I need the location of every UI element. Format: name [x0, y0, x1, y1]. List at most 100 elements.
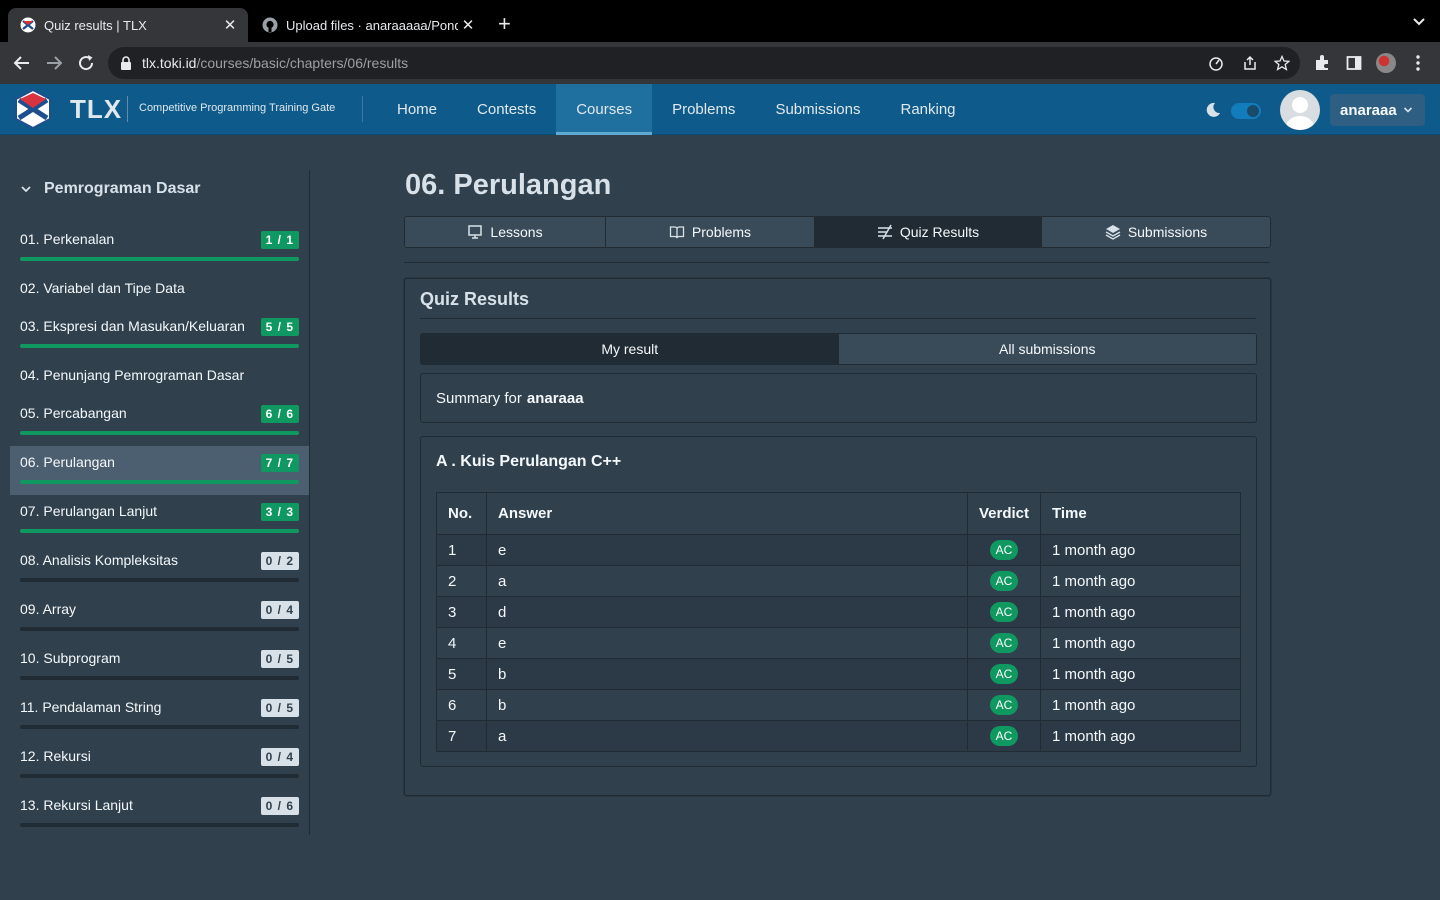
progress-badge: 7 / 7: [260, 454, 299, 472]
sidebar-chapter-item[interactable]: 09. Array 0 / 4: [10, 593, 309, 642]
progress-bar: [20, 578, 299, 582]
all-submissions-button[interactable]: All submissions: [838, 334, 1256, 364]
tab-search-icon[interactable]: [1412, 14, 1426, 33]
sidebar-chapter-item[interactable]: 10. Subprogram 0 / 5: [10, 642, 309, 691]
sidebar-icon[interactable]: [1344, 53, 1364, 73]
tab-problems-label: Problems: [691, 224, 752, 240]
tab-problems[interactable]: Problems: [606, 217, 815, 247]
verdict-cell: AC: [966, 534, 1042, 566]
back-icon[interactable]: [12, 53, 32, 73]
tab-quiz-results[interactable]: Quiz Results: [815, 217, 1042, 247]
answer-cell: d: [486, 596, 968, 628]
row-number-cell: 3: [436, 596, 487, 628]
time-cell: 1 month ago: [1040, 658, 1241, 690]
table-row: 7 a AC 1 month ago: [436, 720, 1241, 752]
chapter-label: 08. Analisis Kompleksitas: [20, 552, 178, 568]
sidebar-chapter-item[interactable]: 13. Rekursi Lanjut 0 / 6: [10, 789, 309, 838]
sidebar-chapter-item[interactable]: 07. Perulangan Lanjut 3 / 3: [10, 495, 309, 544]
user-menu-button[interactable]: anaraaa: [1330, 94, 1425, 126]
time-cell: 1 month ago: [1040, 596, 1241, 628]
browser-tab-title: Upload files · anaraaaaa/Pond: [286, 17, 458, 33]
nav-contests[interactable]: Contests: [457, 84, 556, 135]
verdict-badge: AC: [989, 571, 1019, 591]
my-result-button[interactable]: My result: [421, 334, 839, 364]
app-navbar: TLX Competitive Programming Training Gat…: [0, 84, 1440, 135]
brand-subtitle: Competitive Programming Training Gate: [139, 102, 336, 114]
verdict-badge: AC: [989, 540, 1019, 560]
progress-bar-fill: [20, 344, 299, 348]
course-title[interactable]: Pemrograman Dasar: [20, 180, 201, 198]
lock-icon[interactable]: [120, 56, 132, 70]
verdict-cell: AC: [966, 627, 1042, 659]
summary-label: Summary for: [436, 389, 522, 407]
sidebar-chapter-item[interactable]: 11. Pendalaman String 0 / 5: [10, 691, 309, 740]
nav-ranking[interactable]: Ranking: [880, 84, 975, 135]
address-bar[interactable]: tlx.toki.id/courses/basic/chapters/06/re…: [108, 47, 1300, 79]
progress-bar: [20, 344, 299, 348]
chapter-label: 10. Subprogram: [20, 650, 121, 666]
quiz-title: A . Kuis Perulangan C++: [436, 453, 622, 470]
menu-icon[interactable]: [1408, 53, 1428, 73]
chapter-label: 02. Variabel dan Tipe Data: [20, 280, 185, 296]
page-title: 06. Perulangan: [405, 169, 612, 201]
tab-submissions-label: Submissions: [1127, 224, 1208, 240]
sidebar-chapter-item[interactable]: 02. Variabel dan Tipe Data: [10, 272, 309, 310]
sidebar-chapter-item[interactable]: 05. Percabangan 6 / 6: [10, 397, 309, 446]
sidebar-chapter-item[interactable]: 03. Ekspresi dan Masukan/Keluaran 5 / 5: [10, 310, 309, 359]
sidebar-chapter-item[interactable]: 04. Penunjang Pemrograman Dasar: [10, 359, 309, 397]
nav-problems[interactable]: Problems: [652, 84, 755, 135]
nav-submissions[interactable]: Submissions: [755, 84, 880, 135]
verdict-cell: AC: [966, 565, 1042, 597]
sidebar-chapter-item[interactable]: 06. Perulangan 7 / 7: [10, 446, 309, 495]
chapter-label: 12. Rekursi: [20, 748, 91, 764]
tab-submissions[interactable]: Submissions: [1042, 217, 1270, 247]
dark-mode-toggle[interactable]: [1231, 103, 1261, 119]
sidebar-chapter-item[interactable]: 12. Rekursi 0 / 4: [10, 740, 309, 789]
extensions-icon[interactable]: [1312, 53, 1332, 73]
browser-tab[interactable]: Upload files · anaraaaaa/Pond ✕: [250, 8, 486, 42]
chapter-label: 06. Perulangan: [20, 454, 115, 470]
verdict-cell: AC: [966, 720, 1042, 752]
forward-icon[interactable]: [44, 53, 64, 73]
row-number-cell: 5: [436, 658, 487, 690]
drive-icon[interactable]: [1208, 55, 1224, 71]
progress-bar-fill: [20, 480, 299, 484]
close-tab-icon[interactable]: ✕: [220, 16, 240, 34]
new-tab-button[interactable]: +: [498, 12, 511, 36]
sidebar-chapter-item[interactable]: 01. Perkenalan 1 / 1: [10, 223, 309, 272]
sidebar-chapter-item[interactable]: 08. Analisis Kompleksitas 0 / 2: [10, 544, 309, 593]
chapter-label: 04. Penunjang Pemrograman Dasar: [20, 367, 245, 383]
table-row: 3 d AC 1 month ago: [436, 596, 1241, 628]
avatar[interactable]: [1280, 90, 1320, 130]
verdict-badge: AC: [989, 726, 1019, 746]
reload-icon[interactable]: [76, 53, 96, 73]
profile-avatar[interactable]: [1376, 53, 1396, 73]
tlx-logo[interactable]: [14, 88, 52, 130]
lessons-icon: [467, 224, 483, 240]
quiz-icon: [877, 224, 893, 240]
github-favicon: [262, 17, 278, 33]
answer-cell: b: [486, 658, 968, 690]
nav-home[interactable]: Home: [377, 84, 457, 135]
card-divider: [420, 318, 1256, 319]
chapter-label: 03. Ekspresi dan Masukan/Keluaran: [20, 318, 245, 334]
progress-badge: 5 / 5: [260, 318, 299, 336]
chapter-label: 01. Perkenalan: [20, 231, 115, 247]
tlx-favicon: [20, 17, 36, 33]
brand-name[interactable]: TLX: [70, 94, 122, 125]
share-icon[interactable]: [1242, 55, 1258, 71]
progress-bar: [20, 257, 299, 261]
browser-tab-active[interactable]: Quiz results | TLX ✕: [8, 8, 248, 42]
progress-bar: [20, 823, 299, 827]
progress-bar: [20, 725, 299, 729]
tab-lessons[interactable]: Lessons: [405, 217, 606, 247]
star-icon[interactable]: [1274, 55, 1290, 71]
row-number-cell: 1: [436, 534, 487, 566]
close-tab-icon[interactable]: ✕: [458, 16, 478, 34]
column-header: No.: [436, 492, 487, 535]
chapter-tabs: Lessons Problems Quiz Results Submission…: [404, 216, 1271, 248]
chapter-label: 07. Perulangan Lanjut: [20, 503, 157, 519]
nav-courses[interactable]: Courses: [556, 84, 653, 135]
username: anaraaa: [1340, 101, 1397, 119]
progress-bar-fill: [20, 431, 299, 435]
